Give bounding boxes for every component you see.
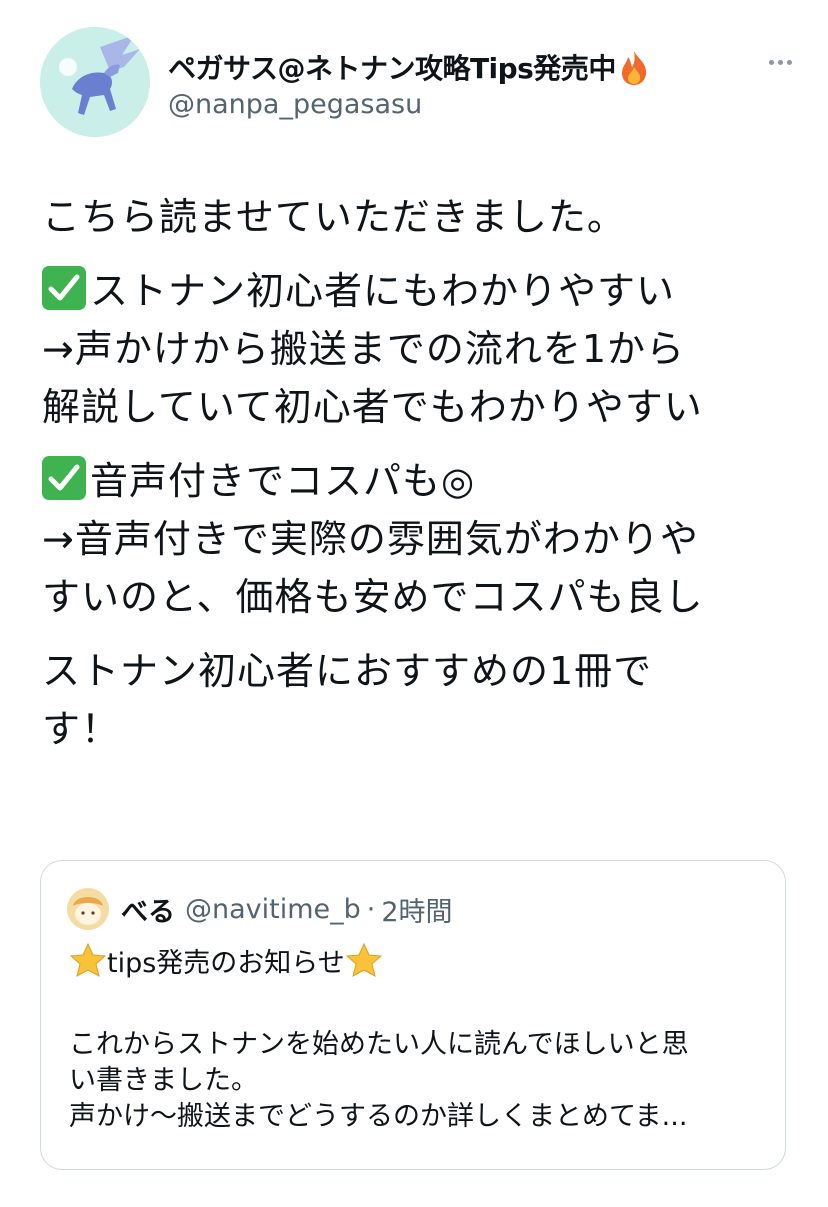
closing-line: ストナン初心者におすすめの1冊で (42, 649, 653, 693)
user-display-name[interactable]: ペガサス@ネトナン攻略Tips発売中 (168, 47, 650, 87)
quoted-tweet-card[interactable]: べる @navitime_b · 2時間 tips発売のお知らせ これからストナ… (40, 860, 786, 1170)
point1-desc-line: →声かけから搬送までの流れを1から (42, 327, 686, 371)
tweet-header: ペガサス@ネトナン攻略Tips発売中 @nanpa_pegasasu (40, 27, 800, 137)
quote-separator: · (366, 893, 376, 925)
more-dot (786, 59, 792, 65)
point1-title: ストナン初心者にもわかりやすい (90, 269, 676, 313)
more-horizontal-icon (768, 59, 774, 65)
tweet-point-2: 音声付きでコスパも◎ →音声付きで実際の雰囲気がわかりや すいのと、価格も安めで… (42, 452, 802, 626)
point2-desc-line: すいのと、価格も安めでコスパも良し (42, 575, 704, 619)
point1-desc-line: 解説していて初心者でもわかりやすい (42, 385, 703, 429)
quote-header: べる @navitime_b · 2時間 (67, 887, 453, 931)
check-mark-icon (42, 266, 86, 310)
pegasus-avatar[interactable] (40, 27, 150, 137)
closing-line: す！ (42, 707, 121, 751)
point1-title-line: ストナン初心者にもわかりやすい (42, 262, 802, 320)
tweet-intro: こちら読ませていただきました。 (42, 188, 802, 246)
tweet-point-1: ストナン初心者にもわかりやすい →声かけから搬送までの流れを1から 解説していて… (42, 262, 802, 436)
fire-icon (618, 50, 650, 86)
quote-blank-line (69, 987, 769, 1023)
quote-title-line: tips発売のお知らせ (69, 941, 769, 987)
quote-body-line: 声かけ〜搬送までどうするのか詳しくまとめてま... (69, 1101, 688, 1132)
intro-line: こちら読ませていただきました。 (42, 195, 626, 239)
point2-title-line: 音声付きでコスパも◎ (42, 452, 802, 510)
point2-desc-line: →音声付きで実際の雰囲気がわかりや (42, 517, 699, 561)
tweet-closing: ストナン初心者におすすめの1冊で す！ (42, 642, 802, 758)
quote-title: tips発売のお知らせ (107, 948, 345, 979)
quote-body-line: これからストナンを始めたい人に読んでほしいと思 (69, 1029, 689, 1060)
quote-handle[interactable]: @navitime_b (185, 894, 361, 925)
user-handle[interactable]: @nanpa_pegasasu (168, 89, 422, 120)
star-icon (345, 942, 383, 980)
quote-body-line: い書きました。 (69, 1065, 258, 1096)
quote-display-name[interactable]: べる (121, 890, 175, 929)
more-options-button[interactable] (760, 47, 800, 77)
star-icon (69, 942, 107, 980)
quote-timestamp[interactable]: 2時間 (381, 890, 452, 929)
more-dot (777, 59, 783, 65)
point2-title: 音声付きでコスパも◎ (90, 459, 476, 503)
quote-avatar[interactable] (67, 888, 109, 930)
quote-text: tips発売のお知らせ これからストナンを始めたい人に読んでほしいと思 い書きま… (69, 941, 769, 1135)
display-name-text: ペガサス@ネトナン攻略Tips発売中 (168, 52, 616, 85)
tweet-text: こちら読ませていただきました。 ストナン初心者にもわかりやすい →声かけから搬送… (42, 188, 802, 774)
check-mark-icon (42, 456, 86, 500)
